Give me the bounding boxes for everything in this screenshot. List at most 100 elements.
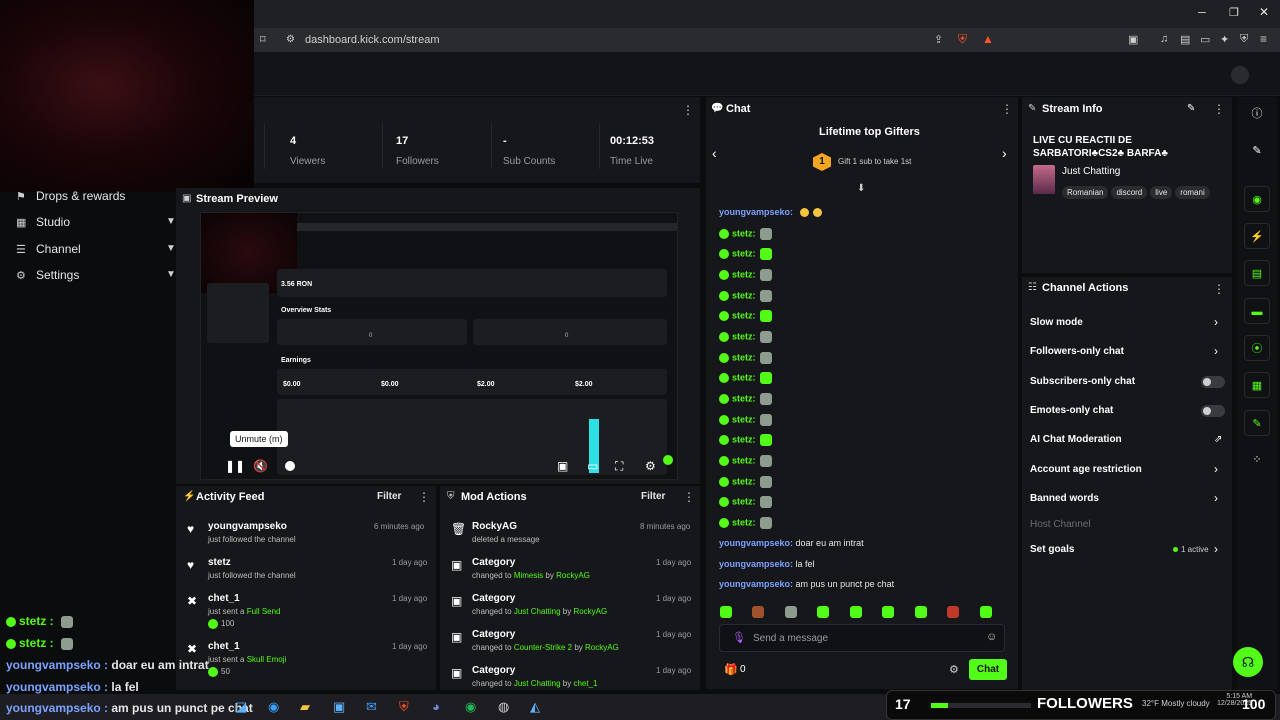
url-text[interactable]: dashboard.kick.com/stream — [305, 34, 440, 46]
emoji-picker-icon[interactable]: ☺ — [986, 631, 997, 643]
preview-icon[interactable]: ◉ — [1244, 186, 1270, 212]
more-icon[interactable]: ⋮ — [1213, 102, 1225, 116]
account-age-item[interactable]: Account age restriction — [1030, 464, 1142, 475]
bookmark-icon[interactable]: ⌑ — [260, 33, 266, 46]
chevron-right-icon[interactable]: › — [1214, 315, 1218, 329]
avatar[interactable] — [1231, 66, 1249, 84]
verified-badge — [719, 249, 729, 259]
nav-studio[interactable]: ▦ Studio ▼ — [16, 215, 176, 229]
chevron-right-icon[interactable]: › — [1214, 462, 1218, 476]
chevron-right-icon[interactable]: › — [1002, 145, 1007, 161]
followers-goal-overlay: 17 FOLLOWERS 32°F Mostly cloudy 5:15 AM 1… — [886, 690, 1276, 720]
chat-input[interactable]: 🎙 Send a message ☺ — [719, 624, 1005, 652]
gift-icon[interactable]: 🎁 — [724, 663, 738, 676]
brave-shield-icon[interactable]: ⛨ — [958, 32, 967, 47]
edit-icon[interactable]: ✎ — [1187, 103, 1195, 114]
spotify-icon[interactable]: ◉ — [465, 699, 476, 715]
nav-drops[interactable]: ⚑ Drops & rewards — [16, 189, 125, 203]
music-icon[interactable]: ♫ — [1160, 33, 1168, 45]
chat-icon[interactable]: ▬ — [1244, 298, 1270, 324]
pip-icon: ▣ — [182, 193, 192, 204]
obs-icon[interactable]: ◍ — [498, 699, 509, 715]
sidebar-icon[interactable]: ▤ — [1180, 33, 1190, 46]
pinned-icon[interactable]: ⬇ — [857, 183, 865, 194]
channel-icon[interactable]: ▦ — [1244, 372, 1270, 398]
followers-value: 17 — [396, 135, 409, 147]
category-icon: ▣ — [451, 558, 463, 572]
emote-icon[interactable] — [817, 605, 830, 618]
pip-icon[interactable]: ▣ — [557, 459, 568, 473]
theater-icon[interactable]: ▭ — [587, 459, 598, 473]
more-icon[interactable]: ⋮ — [1001, 102, 1013, 116]
chevron-left-icon[interactable]: ‹ — [712, 145, 717, 161]
wrench-icon[interactable]: ✎ — [1244, 410, 1270, 436]
store-icon[interactable]: ▣ — [333, 699, 345, 715]
set-goals-item[interactable]: Set goals — [1030, 544, 1074, 555]
support-button[interactable]: ☊ — [1233, 647, 1263, 677]
settings-icon[interactable]: ⚙ — [645, 459, 656, 473]
microphone-icon[interactable]: 🎙 — [732, 631, 746, 644]
broadcast-icon[interactable]: ⦿ — [1244, 335, 1270, 361]
pause-icon[interactable]: ❚❚ — [225, 459, 245, 473]
more-icon[interactable]: ⋮ — [418, 490, 430, 504]
activity-filter-button[interactable]: Filter — [377, 491, 401, 502]
more-icon[interactable]: ⋮ — [683, 490, 695, 504]
menu-icon[interactable]: ≡ — [1260, 32, 1267, 46]
widgets-icon[interactable]: ◪ — [235, 699, 247, 715]
subscribers-only-toggle[interactable] — [1201, 376, 1225, 388]
share-icon[interactable]: ⇪ — [934, 33, 943, 46]
slow-mode-item[interactable]: Slow mode — [1030, 317, 1083, 328]
discord-icon[interactable]: ◕ — [432, 699, 440, 714]
host-channel-item[interactable]: Host Channel — [1030, 519, 1091, 530]
rewards-icon[interactable]: ▲ — [982, 32, 994, 46]
vpn-icon[interactable]: ⛨ — [1240, 33, 1248, 46]
chevron-right-icon[interactable]: › — [1214, 542, 1218, 556]
more-icon[interactable]: ⋮ — [682, 103, 694, 117]
external-link-icon[interactable]: ⇗ — [1214, 434, 1222, 445]
category-name[interactable]: Just Chatting — [1062, 166, 1120, 177]
ai-moderation-item[interactable]: AI Chat Moderation — [1030, 434, 1122, 445]
chevron-right-icon[interactable]: › — [1214, 491, 1218, 505]
wallet-icon[interactable]: ▭ — [1200, 33, 1210, 46]
emote-icon[interactable] — [947, 605, 960, 618]
emote-icon[interactable] — [914, 605, 927, 618]
followers-only-item[interactable]: Followers-only chat — [1030, 346, 1124, 357]
chat-settings-icon[interactable]: ⚙ — [949, 663, 959, 676]
chat-send-button[interactable]: Chat — [969, 659, 1007, 680]
emote-icon[interactable] — [849, 605, 862, 618]
nav-channel[interactable]: ☰ Channel ▼ — [16, 242, 176, 256]
mod-filter-button[interactable]: Filter — [641, 491, 665, 502]
minimize-icon[interactable]: ─ — [1198, 7, 1206, 19]
site-info-icon[interactable]: ⚙ — [286, 34, 295, 45]
close-icon[interactable]: ✕ — [1259, 5, 1269, 19]
app-icon[interactable]: ◭ — [530, 699, 540, 715]
extensions-icon[interactable]: ✦ — [1220, 33, 1229, 46]
gift-cta[interactable]: Gift 1 sub to take 1st — [838, 157, 911, 166]
mail-icon[interactable]: ✉ — [366, 699, 377, 715]
screenshot-icon[interactable]: ▣ — [1128, 33, 1138, 46]
chevron-right-icon[interactable]: › — [1214, 344, 1218, 358]
document-icon[interactable]: ▤ — [1244, 260, 1270, 286]
banned-words-item[interactable]: Banned words — [1030, 493, 1099, 504]
brave-icon[interactable]: ⛨ — [399, 699, 409, 715]
mute-icon[interactable]: 🔇 — [253, 459, 268, 473]
emote-icon[interactable] — [752, 605, 765, 618]
folder-icon[interactable]: ▰ — [300, 699, 310, 715]
fullscreen-icon[interactable]: ⛶ — [615, 459, 623, 474]
volume-slider[interactable] — [285, 461, 295, 471]
emote-icon[interactable] — [720, 605, 732, 618]
info-icon[interactable]: ⓘ — [1244, 101, 1270, 127]
emote-icon[interactable] — [882, 605, 895, 618]
more-icon[interactable]: ⋮ — [1213, 282, 1225, 296]
maximize-icon[interactable]: ❐ — [1229, 6, 1239, 19]
pencil-icon[interactable]: ✎ — [1244, 138, 1270, 164]
edge-icon[interactable]: ◉ — [268, 699, 279, 715]
tag: live — [1150, 186, 1173, 199]
emotes-only-toggle[interactable] — [1201, 405, 1225, 417]
emote-icon[interactable] — [979, 605, 992, 618]
palette-icon[interactable]: ⁘ — [1244, 447, 1270, 473]
bolt-icon[interactable]: ⚡ — [1244, 223, 1270, 249]
mini-addressbar — [297, 223, 677, 231]
nav-settings[interactable]: ⚙ Settings ▼ — [16, 268, 176, 282]
emote-icon[interactable] — [784, 605, 797, 618]
